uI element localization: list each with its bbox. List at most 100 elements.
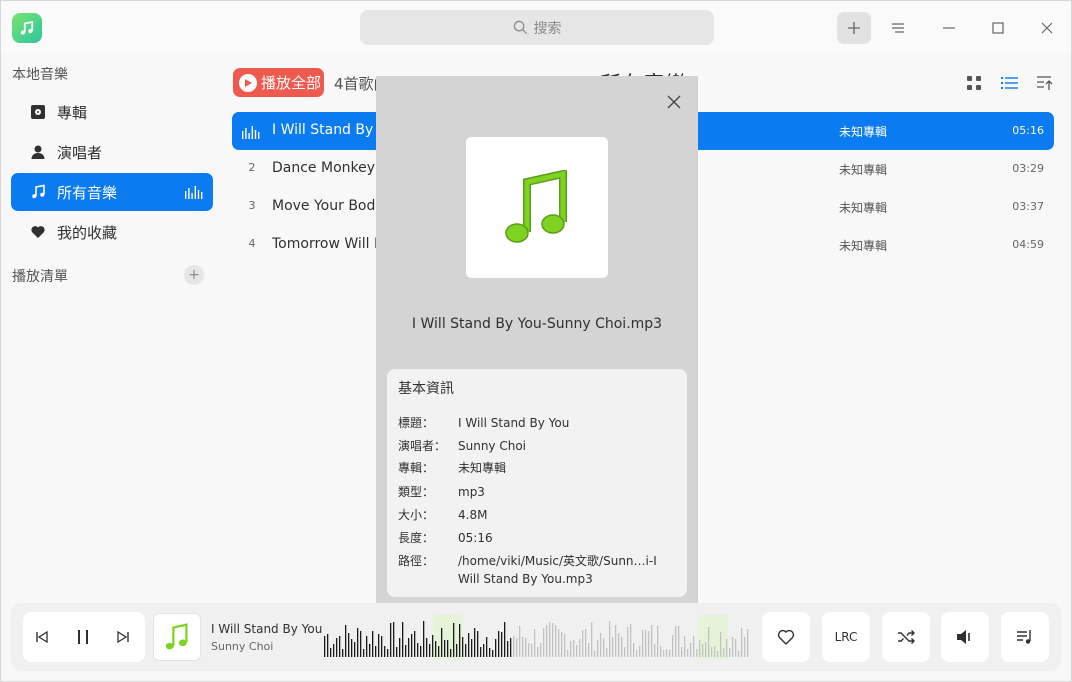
field-value: 未知專輯 xyxy=(458,461,507,475)
lyrics-button[interactable]: LRC xyxy=(822,612,870,662)
field-value: 4.8M xyxy=(458,508,488,522)
shuffle-button[interactable] xyxy=(882,612,930,662)
volume-button[interactable] xyxy=(941,612,989,662)
song-number: 3 xyxy=(248,199,256,212)
sidebar-item-label: 演唱者 xyxy=(57,143,103,162)
song-title: Tomorrow Will B xyxy=(272,236,384,252)
music-note-icon xyxy=(505,169,567,243)
dialog-close-button[interactable] xyxy=(667,95,681,109)
sidebar-item-label: 我的收藏 xyxy=(57,223,118,242)
song-duration: 03:37 xyxy=(1012,200,1044,213)
field-value: mp3 xyxy=(458,485,485,499)
sidebar: 本地音樂 專輯 演唱者 所有音樂 我的收藏 播放清單 + xyxy=(1,53,222,601)
waveform-progress[interactable] xyxy=(323,615,751,659)
close-icon xyxy=(667,95,681,109)
menu-button[interactable] xyxy=(881,12,915,44)
favorite-button[interactable] xyxy=(762,612,810,662)
song-number: 4 xyxy=(248,237,256,250)
add-playlist-button[interactable]: + xyxy=(184,265,204,285)
plus-icon: + xyxy=(188,267,200,283)
song-info-dialog: I Will Stand By You-Sunny Choi.mp3 基本資訊 … xyxy=(376,76,698,607)
playlist-heading: 播放清單 xyxy=(12,269,68,285)
song-title: Dance Monkey xyxy=(272,160,376,176)
player-bar: I Will Stand By You Sunny Choi LRC xyxy=(11,603,1061,671)
song-album: 未知專輯 xyxy=(839,239,888,253)
sidebar-item-albums[interactable]: 專輯 xyxy=(11,93,213,131)
field-value: 05:16 xyxy=(458,531,493,545)
field-key: 演唱者： xyxy=(398,439,447,453)
maximize-button[interactable] xyxy=(981,12,1015,44)
sidebar-item-all-music[interactable]: 所有音樂 xyxy=(11,173,213,211)
volume-icon xyxy=(957,630,970,644)
plus-icon xyxy=(848,22,860,34)
app-logo-icon xyxy=(12,13,42,43)
now-playing-cover[interactable] xyxy=(153,613,201,661)
local-music-heading: 本地音樂 xyxy=(12,67,68,83)
lrc-label: LRC xyxy=(834,630,858,644)
music-app-window: 搜索 本地音樂 專輯 演唱者 所有音樂 我的收藏 播放清單 + 播放全部 4首歌… xyxy=(0,0,1072,682)
field-key: 標題： xyxy=(398,416,435,430)
field-key: 專輯： xyxy=(398,461,435,475)
heart-icon xyxy=(29,223,47,241)
info-section-title: 基本資訊 xyxy=(398,381,454,397)
field-key: 類型： xyxy=(398,485,435,499)
person-icon xyxy=(29,143,47,161)
minimize-icon xyxy=(943,27,955,29)
sidebar-item-label: 所有音樂 xyxy=(57,183,118,202)
search-input[interactable]: 搜索 xyxy=(360,10,714,45)
shuffle-icon xyxy=(898,630,915,644)
title-bar: 搜索 xyxy=(1,1,1071,53)
field-value: I Will Stand By You xyxy=(458,416,570,430)
playlist-queue-button[interactable] xyxy=(1001,612,1049,662)
minimize-button[interactable] xyxy=(932,12,966,44)
field-value: Sunny Choi xyxy=(458,439,527,453)
close-icon xyxy=(1041,22,1053,34)
dialog-filename: I Will Stand By You-Sunny Choi.mp3 xyxy=(411,316,663,332)
equalizer-icon xyxy=(185,186,203,199)
sidebar-item-favorites[interactable]: 我的收藏 xyxy=(11,213,213,251)
add-button[interactable] xyxy=(837,12,871,44)
basic-info-panel: 基本資訊 標題： I Will Stand By You 演唱者： Sunny … xyxy=(387,369,687,597)
search-icon xyxy=(513,20,527,35)
field-key: 長度： xyxy=(398,531,435,545)
song-duration: 05:16 xyxy=(1012,124,1044,137)
music-note-icon xyxy=(165,623,188,650)
list-view-button[interactable] xyxy=(1000,73,1020,93)
sort-icon xyxy=(1037,76,1053,90)
now-playing-artist: Sunny Choi xyxy=(211,640,274,653)
sort-button[interactable] xyxy=(1035,73,1055,93)
grid-icon xyxy=(967,76,981,90)
next-icon xyxy=(117,630,129,644)
heart-icon xyxy=(777,629,795,645)
album-icon xyxy=(29,103,47,121)
field-value: /home/viki/Music/英文歌/Sunn…i-I Will Stand… xyxy=(458,554,657,586)
song-album: 未知專輯 xyxy=(839,125,888,139)
song-duration: 03:29 xyxy=(1012,162,1044,175)
pause-icon xyxy=(78,630,88,644)
equalizer-icon xyxy=(242,126,260,139)
field-key: 路徑： xyxy=(398,554,435,568)
album-cover xyxy=(466,137,608,278)
song-album: 未知專輯 xyxy=(839,163,888,177)
play-all-button[interactable]: 播放全部 xyxy=(233,68,324,97)
song-duration: 04:59 xyxy=(1012,238,1044,251)
pause-button[interactable] xyxy=(72,626,94,648)
close-window-button[interactable] xyxy=(1030,12,1064,44)
play-icon xyxy=(239,73,257,92)
song-number: 2 xyxy=(248,161,256,174)
maximize-icon xyxy=(992,22,1004,34)
sidebar-item-artists[interactable]: 演唱者 xyxy=(11,133,213,171)
playback-controls xyxy=(23,612,145,662)
list-icon xyxy=(1001,77,1018,89)
field-key: 大小： xyxy=(398,508,435,522)
menu-icon xyxy=(892,23,904,33)
next-button[interactable] xyxy=(112,626,134,648)
sidebar-item-label: 專輯 xyxy=(57,103,88,122)
search-placeholder: 搜索 xyxy=(533,20,562,37)
play-all-label: 播放全部 xyxy=(261,74,322,92)
grid-view-button[interactable] xyxy=(964,73,984,93)
queue-icon xyxy=(1017,630,1031,644)
previous-button[interactable] xyxy=(31,626,53,648)
song-album: 未知專輯 xyxy=(839,201,888,215)
music-note-icon xyxy=(29,183,47,201)
